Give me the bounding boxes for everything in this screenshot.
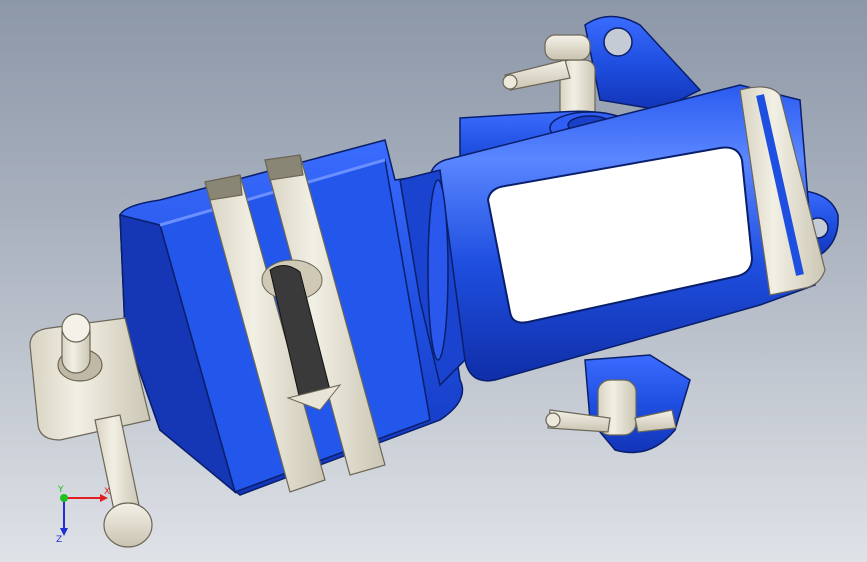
graphics-viewport[interactable]: X Y Z <box>0 0 867 562</box>
y-axis-label: Y <box>57 485 64 495</box>
x-axis-label: X <box>104 487 110 497</box>
coordinate-triad: X Y Z <box>56 485 110 544</box>
top-locking-pin <box>502 34 596 121</box>
z-axis-label: Z <box>56 535 62 544</box>
vise-3d-model[interactable] <box>0 0 867 562</box>
y-axis-dot-icon <box>60 494 68 502</box>
